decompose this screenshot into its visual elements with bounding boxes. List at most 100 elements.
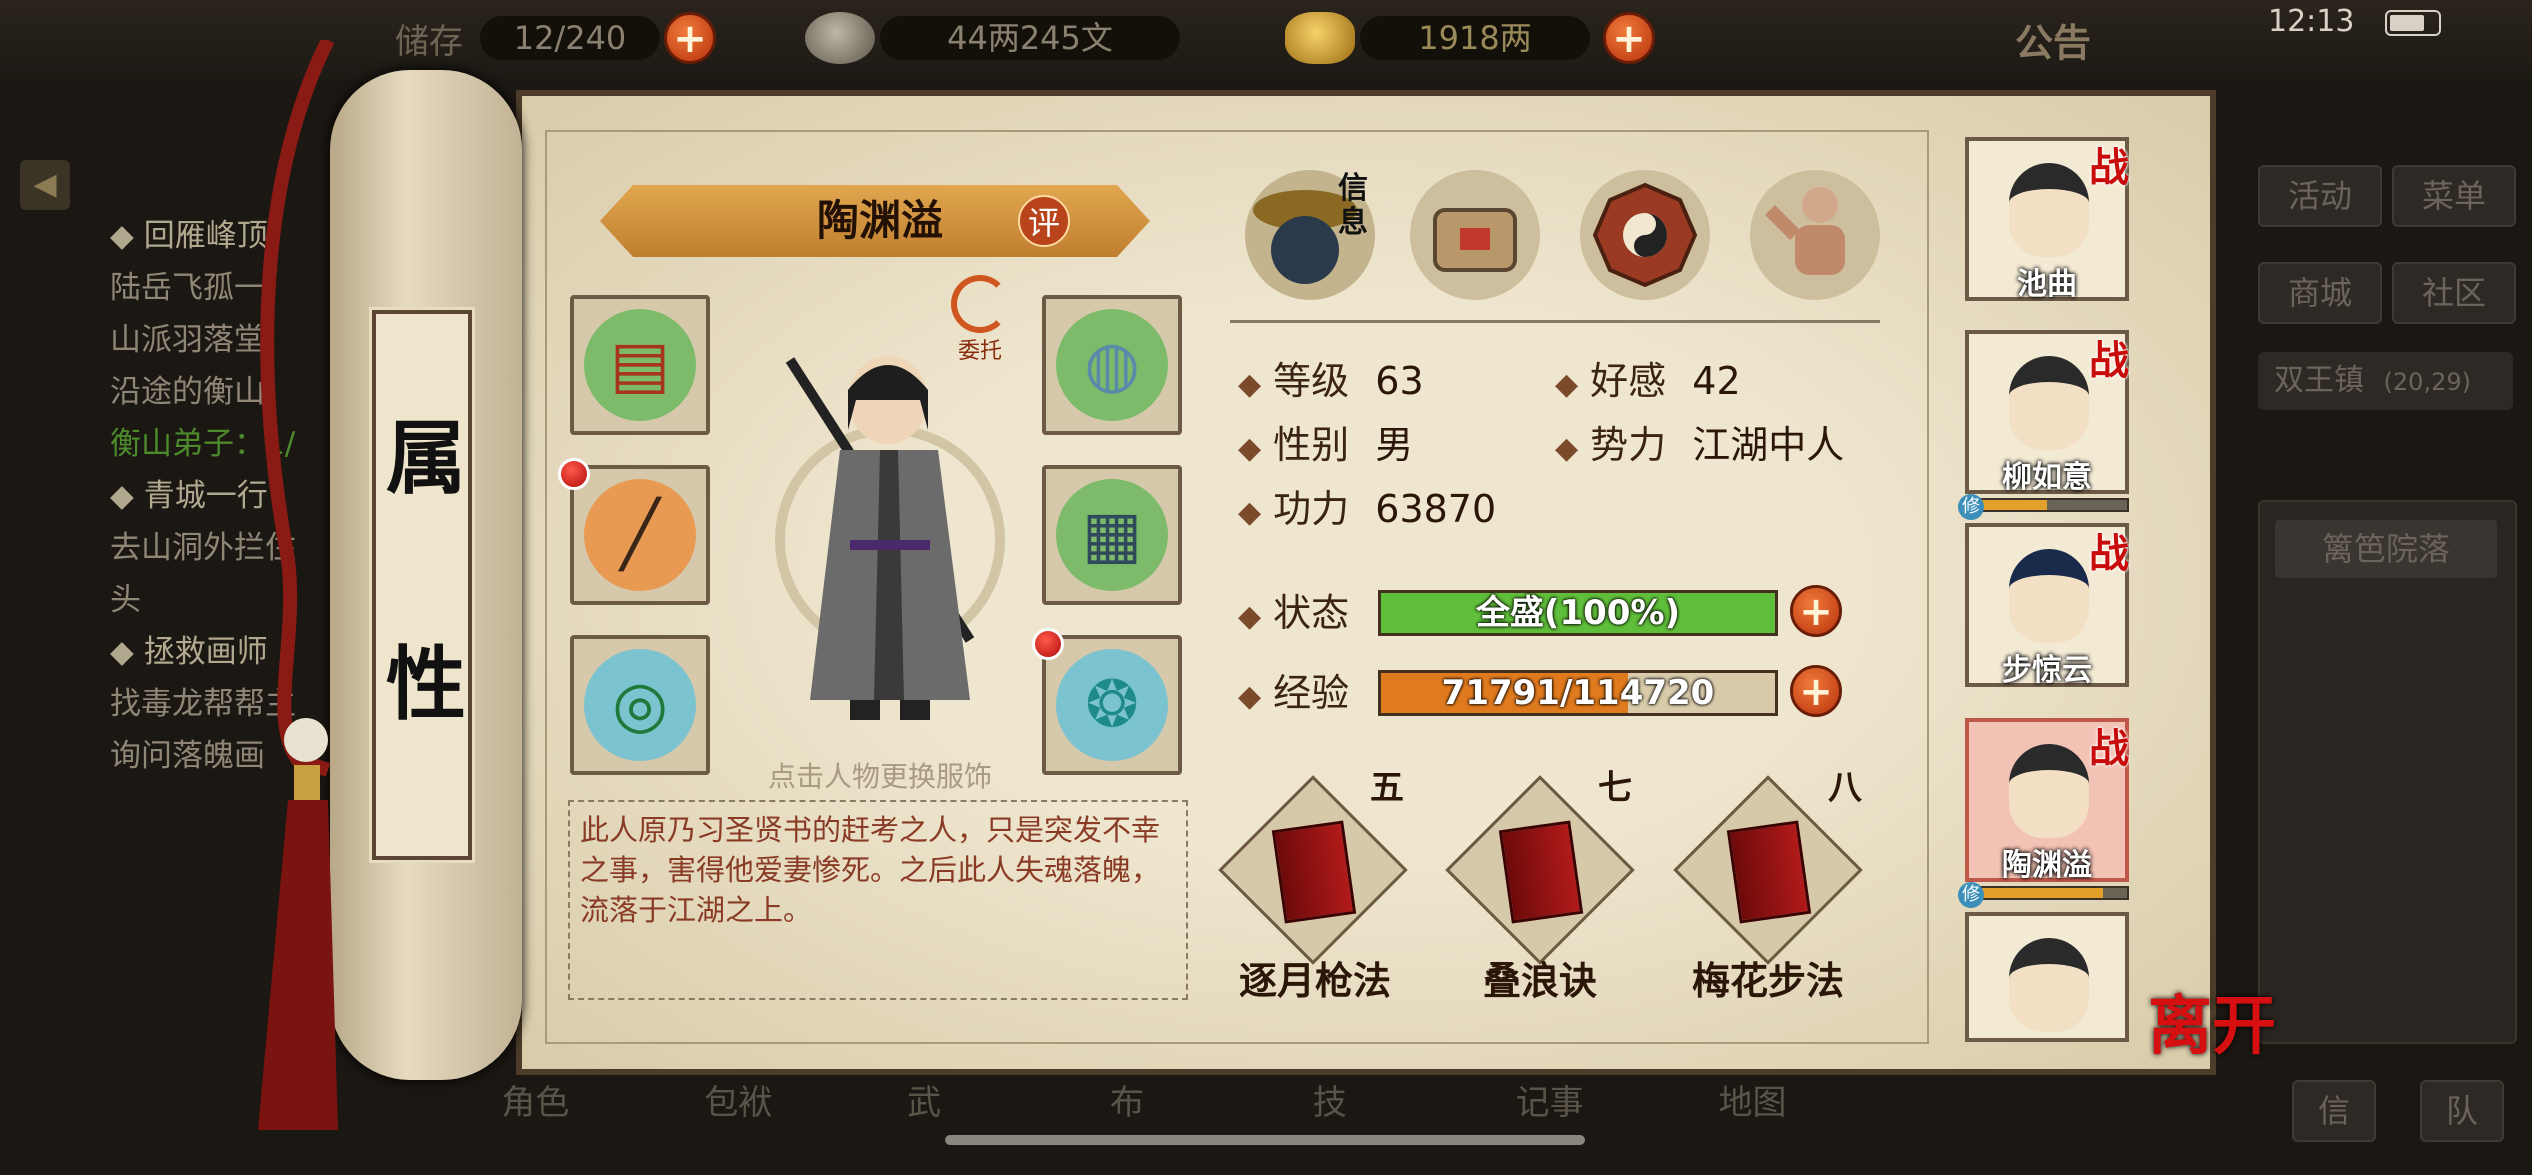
skill-book-icon bbox=[1498, 820, 1584, 924]
roster-name: 柳如意 bbox=[2002, 460, 2092, 495]
character-name: 陶渊溢 bbox=[816, 196, 943, 245]
diamond-icon: ◆ bbox=[1238, 367, 1262, 402]
status-bar-text: 全盛(100%) bbox=[1475, 593, 1681, 633]
character-figure[interactable] bbox=[770, 340, 1010, 740]
stat-value: 63870 bbox=[1375, 487, 1497, 531]
silver-coin-icon bbox=[805, 12, 875, 64]
location-tab[interactable]: 篱笆院落 bbox=[2275, 520, 2497, 578]
skill-slot[interactable] bbox=[1218, 775, 1408, 965]
roster-card[interactable]: 柳如意 战 bbox=[1965, 330, 2129, 495]
stat-label: 性别 bbox=[1273, 423, 1350, 467]
nav-role[interactable]: 角色 bbox=[501, 1075, 661, 1175]
stat-level: ◆ 等级 63 bbox=[1238, 356, 1424, 410]
tab-info-label: 信息 bbox=[1338, 171, 1368, 240]
skill-slot[interactable] bbox=[1445, 775, 1635, 965]
tab-meridian[interactable] bbox=[1750, 170, 1880, 300]
roster-card-selected[interactable]: 陶渊溢 战 bbox=[1965, 718, 2129, 883]
skill-level: 五 bbox=[1370, 768, 1404, 808]
stat-power: ◆ 功力 63870 bbox=[1238, 484, 1496, 538]
scroll-title-char: 性 bbox=[386, 637, 466, 731]
bottom-nav: 角色 包袱 武 布 技 记事 地图 bbox=[480, 1075, 1900, 1170]
cultivate-tag: 修 bbox=[1958, 494, 1984, 520]
equip-slot-bracers[interactable]: ▤ bbox=[570, 295, 710, 435]
shop-button[interactable]: 商城 bbox=[2258, 262, 2382, 324]
stat-value: 63 bbox=[1375, 359, 1424, 403]
equip-slot-weapon[interactable]: ╱ bbox=[570, 465, 710, 605]
gold-add-button[interactable]: + bbox=[1603, 12, 1655, 64]
collapse-arrow-icon[interactable]: ◀ bbox=[20, 160, 70, 210]
staff-icon: ╱ bbox=[620, 498, 660, 572]
jade-ring-icon: ◎ bbox=[612, 668, 668, 742]
amulet-icon: ❂ bbox=[1085, 668, 1139, 742]
stat-value: 男 bbox=[1375, 423, 1414, 467]
battle-badge: 战 bbox=[2089, 530, 2129, 577]
status-add-button[interactable]: + bbox=[1790, 585, 1842, 637]
cultivation-bar-fill bbox=[1967, 888, 2103, 898]
community-button[interactable]: 社区 bbox=[2392, 262, 2516, 324]
notice-button[interactable]: 公告 bbox=[2015, 12, 2091, 67]
skill-name: 叠浪诀 bbox=[1482, 959, 1597, 1003]
cultivation-bar bbox=[1965, 498, 2129, 512]
roster-card[interactable]: 步惊云 战 bbox=[1965, 523, 2129, 688]
divider bbox=[1230, 320, 1880, 323]
scroll-bag-icon bbox=[1433, 208, 1517, 272]
notification-dot bbox=[1032, 628, 1064, 660]
stat-exp-label: ◆ 经验 bbox=[1238, 668, 1349, 722]
nav-skill[interactable]: 技 bbox=[1313, 1075, 1473, 1175]
roster-card[interactable] bbox=[1965, 912, 2129, 1042]
evaluate-button[interactable]: 评 bbox=[1018, 195, 1070, 247]
letter-button[interactable]: 信 bbox=[2292, 1080, 2376, 1142]
location-display: 双王镇 (20,29) bbox=[2258, 352, 2513, 410]
storage-value: 12/240 bbox=[480, 16, 660, 60]
storage-add-button[interactable]: + bbox=[664, 12, 716, 64]
stat-label: 功力 bbox=[1273, 487, 1350, 531]
roster-card[interactable]: 池曲 战 bbox=[1965, 137, 2129, 302]
stat-label: 势力 bbox=[1590, 423, 1667, 467]
nav-map[interactable]: 地图 bbox=[1718, 1075, 1878, 1175]
tab-formation[interactable] bbox=[1580, 170, 1710, 300]
equip-slot-armor[interactable]: ▦ bbox=[1042, 465, 1182, 605]
stat-label: 经验 bbox=[1273, 671, 1350, 715]
nav-journal[interactable]: 记事 bbox=[1516, 1075, 1676, 1175]
equip-slot-accessory[interactable]: ❂ bbox=[1042, 635, 1182, 775]
scroll-title-char: 属 bbox=[386, 411, 466, 505]
character-description: 此人原乃习圣贤书的赶考之人，只是突发不幸之事，害得他爱妻惨死。之后此人失魂落魄，… bbox=[568, 800, 1188, 1000]
home-indicator[interactable] bbox=[945, 1135, 1585, 1145]
menu-button[interactable]: 菜单 bbox=[2392, 165, 2516, 227]
diamond-icon: ◆ bbox=[1238, 679, 1262, 714]
diamond-icon: ◆ bbox=[1555, 431, 1579, 466]
status-time: 12:13 bbox=[2268, 4, 2355, 39]
muscle-body-icon bbox=[1765, 187, 1845, 275]
activity-button[interactable]: 活动 bbox=[2258, 165, 2382, 227]
skill-level: 七 bbox=[1598, 768, 1632, 808]
delegate-icon bbox=[951, 275, 1009, 333]
skill-name: 逐月枪法 bbox=[1238, 959, 1391, 1003]
change-outfit-hint: 点击人物更换服饰 bbox=[767, 760, 992, 793]
skill-book-icon bbox=[1271, 820, 1357, 924]
team-button[interactable]: 队 bbox=[2420, 1080, 2504, 1142]
belt-icon: ◍ bbox=[1084, 328, 1140, 402]
battle-badge: 战 bbox=[2089, 144, 2129, 191]
avatar bbox=[2009, 549, 2089, 643]
equip-slot-ring[interactable]: ◎ bbox=[570, 635, 710, 775]
roster-name: 池曲 bbox=[2017, 267, 2077, 302]
scroll-title-label: 属 性 bbox=[369, 307, 475, 863]
location-coords: (20,29) bbox=[2383, 368, 2471, 396]
battle-badge: 战 bbox=[2089, 725, 2129, 772]
battery-icon bbox=[2385, 10, 2441, 36]
nav-formation[interactable]: 布 bbox=[1110, 1075, 1270, 1175]
skill-slot[interactable] bbox=[1673, 775, 1863, 965]
location-name: 双王镇 bbox=[2274, 363, 2364, 398]
leave-button[interactable]: 离开 bbox=[2148, 975, 2276, 1067]
equip-slot-belt[interactable]: ◍ bbox=[1042, 295, 1182, 435]
nav-bag[interactable]: 包袱 bbox=[704, 1075, 864, 1175]
cultivation-bar bbox=[1965, 886, 2129, 900]
tab-inventory[interactable] bbox=[1410, 170, 1540, 300]
stat-value: 42 bbox=[1692, 359, 1741, 403]
cultivate-tag: 修 bbox=[1958, 882, 1984, 908]
stat-value: 江湖中人 bbox=[1692, 423, 1845, 467]
nav-martial[interactable]: 武 bbox=[907, 1075, 1067, 1175]
exp-add-button[interactable]: + bbox=[1790, 665, 1842, 717]
area-panel bbox=[2258, 500, 2517, 1044]
diamond-icon: ◆ bbox=[1238, 431, 1262, 466]
